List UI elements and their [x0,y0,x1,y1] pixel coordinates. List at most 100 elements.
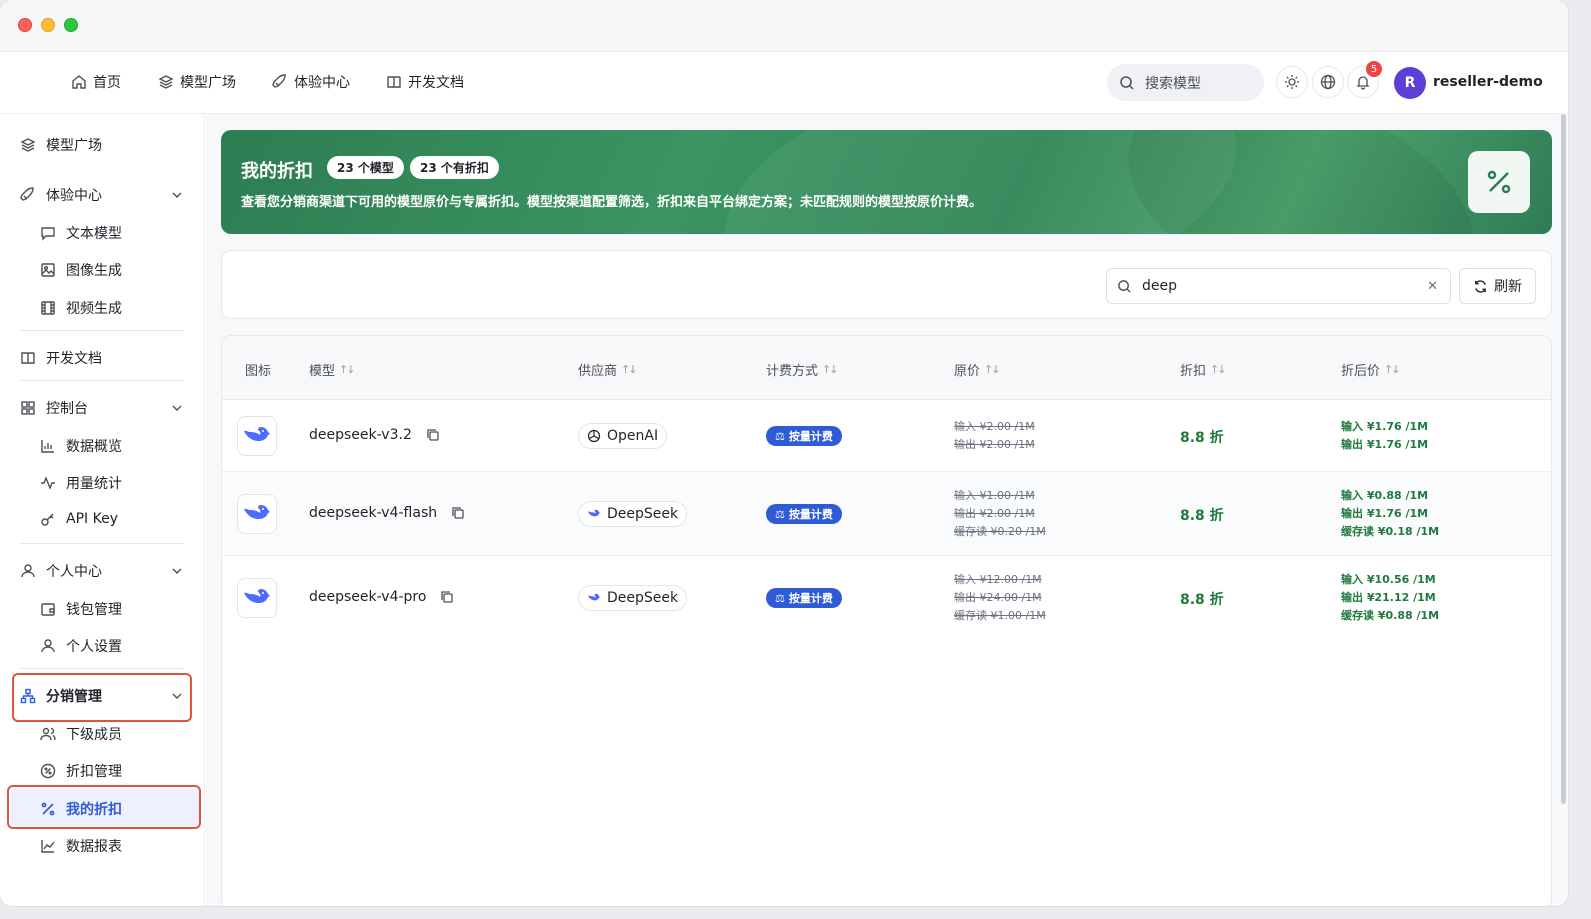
sort-icon[interactable]: ↑↓ [822,363,839,376]
maximize-window-button[interactable] [64,18,78,32]
minimize-window-button[interactable] [41,18,55,32]
users-icon [40,727,56,741]
original-price-line: 输入 ¥1.00 /1M [954,489,1035,502]
close-window-button[interactable] [18,18,32,32]
sidebar-divider [20,543,184,544]
sidebar-item-label: 模型广场 [46,138,102,154]
column-header-final-price[interactable]: 折后价 ↑↓ [1341,360,1401,379]
username[interactable]: reseller-demo [1433,74,1543,90]
discount-table: 图标 模型 ↑↓ 供应商 ↑↓ 计费方式 ↑↓ 原价 ↑↓ 折扣 ↑↓ 折后价 ↑↓ dee… [221,335,1552,906]
table-row[interactable]: deepseek-v4-flash DeepSeek ⚖ 按量计费 输入 ¥1.… [222,472,1551,556]
annotation-box-my-discount [7,785,201,829]
table-row[interactable]: deepseek-v3.2 OpenAI ⚖ 按量计费 输入 ¥2.00 /1M… [222,400,1551,472]
table-row[interactable]: deepseek-v4-pro DeepSeek ⚖ 按量计费 输入 ¥12.0… [222,556,1551,640]
original-price-line: 输出 ¥24.00 /1M [954,591,1042,604]
sidebar-item-image-gen[interactable]: 图像生成 [40,260,122,280]
language-button[interactable] [1312,66,1344,98]
sort-icon[interactable]: ↑↓ [621,363,638,376]
page-description: 查看您分销商渠道下可用的模型原价与专属折扣。模型按渠道配置筛选，折扣来自平台绑定… [241,195,983,210]
sidebar-item-dev-docs[interactable]: 开发文档 [20,348,102,368]
model-search-placeholder: 搜索模型 [1145,75,1201,92]
billing-label: 按量计费 [788,508,833,521]
percent-icon [1487,170,1511,194]
sidebar-item-sub-members[interactable]: 下级成员 [40,724,122,744]
sidebar-item-text-model[interactable]: 文本模型 [40,223,122,243]
sidebar-item-console[interactable]: 控制台 [20,398,88,418]
sidebar-item-label: 数据概览 [66,439,122,455]
column-header-billing[interactable]: 计费方式 ↑↓ [766,360,839,379]
column-header-discount[interactable]: 折扣 ↑↓ [1180,360,1227,379]
discount-value: 8.8 折 [1180,430,1224,446]
nav-home[interactable]: 首页 [71,72,121,92]
sort-icon[interactable]: ↑↓ [1210,363,1227,376]
discount-badge-icon [40,763,56,779]
book-icon [387,76,401,89]
sidebar-item-data-report[interactable]: 数据报表 [40,836,122,856]
top-navigation: 首页 模型广场 体验中心 开发文档 搜索模型 5 [0,52,1568,114]
model-filter-input[interactable]: deep ✕ [1106,268,1451,304]
chevron-down-icon[interactable] [170,401,184,415]
avatar[interactable]: R [1394,67,1426,99]
clear-icon[interactable]: ✕ [1427,279,1438,294]
column-header-original-price[interactable]: 原价 ↑↓ [954,360,1001,379]
vendor-badge: OpenAI [578,423,668,449]
app-window: 首页 模型广场 体验中心 开发文档 搜索模型 5 R reseller-demo… [0,0,1568,906]
copy-icon[interactable] [426,428,440,442]
model-name: deepseek-v4-pro [309,589,454,605]
sidebar-item-api-key[interactable]: API Key [40,511,118,527]
sort-icon[interactable]: ↑↓ [984,363,1001,376]
nav-model-square[interactable]: 模型广场 [158,72,236,92]
sidebar-item-discount-mgmt[interactable]: 折扣管理 [40,761,122,781]
user-icon [21,564,35,578]
sidebar-item-model-square[interactable]: 模型广场 [20,135,102,155]
notification-count-badge: 5 [1366,61,1382,77]
nav-dev-docs[interactable]: 开发文档 [386,72,464,92]
original-price: 输入 ¥2.00 /1M 输出 ¥2.00 /1M [954,418,1035,454]
original-price-line: 缓存读 ¥1.00 /1M [954,609,1046,622]
copy-icon[interactable] [451,506,465,520]
sidebar-item-experience[interactable]: 体验中心 [20,185,102,205]
table-header: 图标 模型 ↑↓ 供应商 ↑↓ 计费方式 ↑↓ 原价 ↑↓ 折扣 ↑↓ 折后价 ↑↓ [222,336,1551,400]
sidebar-item-wallet[interactable]: 钱包管理 [40,599,122,619]
globe-icon [1320,74,1336,90]
sidebar-item-data-overview[interactable]: 数据概览 [40,436,122,456]
sidebar-item-label: 体验中心 [46,188,102,204]
sidebar-item-personal-settings[interactable]: 个人设置 [40,636,122,656]
vendor-name: OpenAI [607,428,659,444]
original-price-line: 缓存读 ¥0.20 /1M [954,525,1046,538]
chevron-down-icon[interactable] [170,564,184,578]
theme-toggle-button[interactable] [1276,66,1308,98]
key-icon [41,513,54,526]
sidebar-divider [20,330,184,331]
sort-icon[interactable]: ↑↓ [339,363,356,376]
model-name-text: deepseek-v3.2 [309,427,412,443]
final-price: 输入 ¥0.88 /1M 输出 ¥1.76 /1M 缓存读 ¥0.18 /1M [1341,487,1439,541]
sidebar-item-usage-stats[interactable]: 用量统计 [40,473,122,493]
vendor-badge: DeepSeek [578,501,688,527]
sidebar-divider [20,380,184,381]
vendor-name: DeepSeek [607,590,679,606]
layers-icon [158,75,174,89]
banner-decoration [1097,130,1505,234]
column-header-vendor[interactable]: 供应商 ↑↓ [578,360,638,379]
chevron-down-icon[interactable] [170,188,184,202]
vendor-name: DeepSeek [607,506,679,522]
sort-icon[interactable]: ↑↓ [1384,363,1401,376]
model-name-text: deepseek-v4-pro [309,589,427,605]
vertical-scrollbar[interactable] [1561,114,1566,804]
model-search-box[interactable]: 搜索模型 [1107,64,1264,101]
notification-button[interactable]: 5 [1347,61,1382,98]
deepseek-whale-icon [244,505,270,519]
final-price-line: 输出 ¥1.76 /1M [1341,507,1429,520]
sidebar-item-video-gen[interactable]: 视频生成 [40,298,122,318]
discount-banner: 我的折扣 23 个模型 23 个有折扣 查看您分销商渠道下可用的模型原价与专属折… [221,130,1552,234]
nav-experience[interactable]: 体验中心 [272,72,350,92]
refresh-button[interactable]: 刷新 [1459,268,1536,304]
deepseek-whale-icon [244,427,270,441]
copy-icon[interactable] [440,590,454,604]
column-header-label: 供应商 [578,364,618,379]
sidebar-item-personal-center[interactable]: 个人中心 [20,561,102,581]
column-header-model[interactable]: 模型 ↑↓ [309,360,356,379]
line-chart-icon [41,840,55,853]
nav-model-square-label: 模型广场 [180,75,236,91]
